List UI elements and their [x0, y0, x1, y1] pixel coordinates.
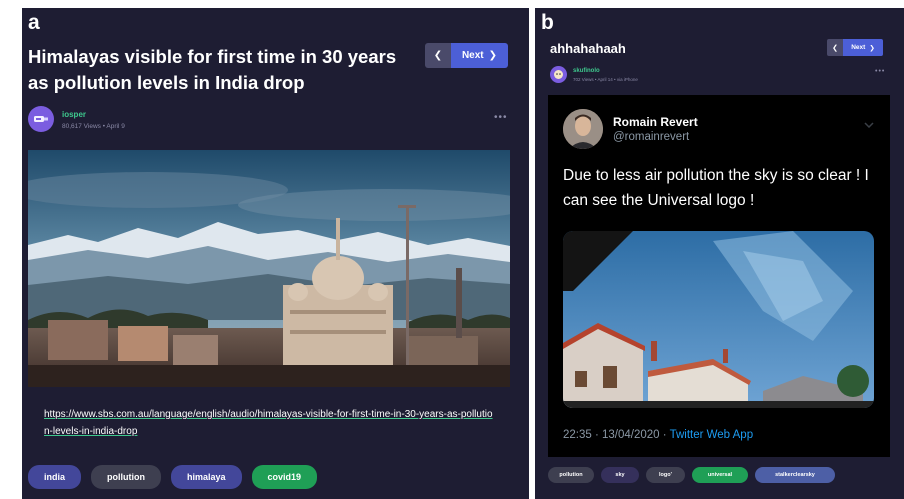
next-label: Next — [461, 50, 484, 61]
previous-button[interactable]: ❮ — [425, 43, 451, 68]
next-label: Next — [851, 44, 866, 51]
tag-chip[interactable]: universal — [692, 467, 748, 483]
author-avatar[interactable] — [550, 66, 567, 83]
previous-button[interactable]: ❮ — [827, 39, 843, 56]
panel-label-b: b — [541, 11, 554, 34]
tweet-text: Due to less air pollution the sky is so … — [563, 167, 869, 209]
tweet-photo — [563, 231, 874, 408]
panel-label-a: a — [28, 11, 40, 34]
chevron-down-icon[interactable] — [864, 115, 874, 133]
embedded-tweet: Romain Revert @romainrevert Due to less … — [548, 95, 890, 457]
more-options-icon[interactable]: ••• — [875, 68, 885, 75]
tweet-author-handle[interactable]: @romainrevert — [613, 131, 689, 143]
tag-chip[interactable]: covid19 — [251, 465, 318, 489]
article-link[interactable]: https://www.sbs.com.au/language/english/… — [44, 406, 494, 440]
tag-chip[interactable]: sky — [601, 467, 639, 483]
author-name[interactable]: skufinolo — [573, 68, 600, 74]
tag-chip[interactable]: logo' — [646, 467, 685, 483]
tag-chip[interactable]: pollution — [548, 467, 594, 483]
post-navigation: ❮ Next ❯ — [425, 43, 508, 68]
author-name[interactable]: iosper — [62, 110, 86, 119]
next-button[interactable]: Next ❯ — [843, 39, 883, 56]
author-avatar[interactable] — [28, 106, 54, 132]
tag-chip[interactable]: stalkerclearsky — [755, 467, 835, 483]
tag-chip[interactable]: india — [28, 465, 82, 489]
next-button[interactable]: Next ❯ — [451, 43, 508, 68]
tag-list: india pollution himalaya covid19 — [28, 465, 318, 489]
tweet-timestamp: 22:35 · 13/04/2020 · Twitter Web App — [563, 429, 753, 441]
post-meta: 80,617 Views • April 9 — [62, 123, 125, 130]
chevron-right-icon: ❯ — [869, 44, 875, 52]
himalaya-photo — [28, 150, 510, 387]
cartoon-avatar-icon — [554, 70, 563, 79]
tag-chip[interactable]: himalaya — [171, 465, 242, 489]
post-meta: 702 Views • April 14 • via iPhone — [573, 77, 638, 82]
tag-list: pollution sky logo' universal stalkercle… — [548, 467, 835, 483]
tweet-time: 22:35 · 13/04/2020 · — [563, 429, 670, 441]
panel-b: b ahhahahaah ❮ Next ❯ skufinolo 702 View… — [535, 8, 904, 499]
chevron-left-icon: ❮ — [433, 50, 443, 61]
post-navigation: ❮ Next ❯ — [827, 39, 883, 56]
chevron-left-icon: ❮ — [832, 44, 838, 52]
cable-icon — [34, 116, 48, 122]
post-title: ahhahahaah — [550, 41, 626, 56]
tweet-source[interactable]: Twitter Web App — [670, 429, 754, 441]
more-options-icon[interactable]: ••• — [494, 112, 508, 123]
post-title: Himalayas visible for first time in 30 y… — [28, 46, 397, 93]
tweet-avatar[interactable] — [563, 109, 603, 149]
tag-chip[interactable]: pollution — [91, 465, 162, 489]
tweet-author-name[interactable]: Romain Revert — [613, 115, 698, 129]
panel-a: a Himalayas visible for first time in 30… — [22, 8, 529, 499]
chevron-right-icon: ❯ — [488, 50, 498, 61]
